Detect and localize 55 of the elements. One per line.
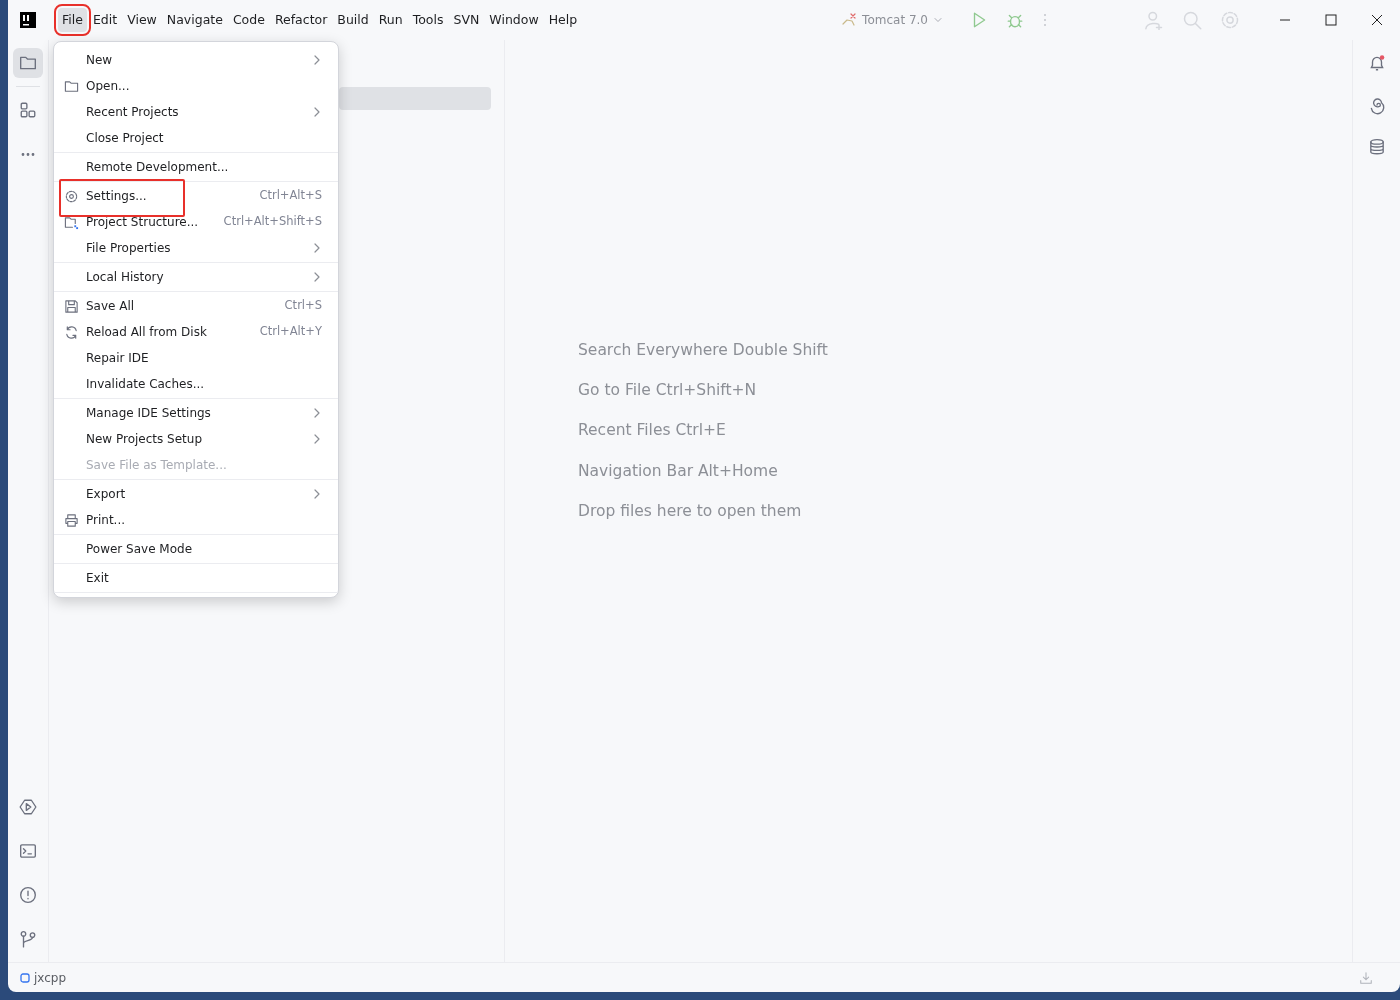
menu-item[interactable]: Recent Projects <box>54 99 338 125</box>
menu-item[interactable]: Manage IDE Settings <box>54 400 338 426</box>
menu-item[interactable]: New <box>54 47 338 73</box>
menu-item[interactable]: Run <box>374 7 407 33</box>
menu-item[interactable]: New Projects Setup <box>54 426 338 452</box>
blocks-icon <box>19 101 37 119</box>
menu-item[interactable]: Remote Development... <box>54 154 338 180</box>
editor-hint: Drop files here to open them <box>578 500 803 522</box>
close-icon <box>1371 14 1383 26</box>
editor-hint: Go to File Ctrl+Shift+N <box>578 380 758 402</box>
menu-item[interactable]: Navigate <box>162 7 227 33</box>
editor-hint: Navigation Bar Alt+Home <box>578 460 779 482</box>
editor-hint: Search Everywhere Double Shift <box>578 339 829 361</box>
app-logo-icon <box>20 12 36 28</box>
branch-icon <box>19 929 37 949</box>
menu-item[interactable]: Refactor <box>270 7 332 33</box>
reload-icon <box>64 324 79 340</box>
menu-item[interactable]: Project Structure... Ctrl+Alt+Shift+S <box>54 209 338 235</box>
menu-item[interactable]: View <box>123 7 161 33</box>
database-icon <box>1367 137 1386 157</box>
menu-item[interactable]: Build <box>333 7 373 33</box>
menu-item[interactable]: SVN <box>449 7 484 33</box>
more-horizontal-icon <box>20 152 36 156</box>
menu-item[interactable]: Exit <box>54 565 338 591</box>
menu-item[interactable]: Print... <box>54 507 338 533</box>
menu-item[interactable]: Window <box>485 7 543 33</box>
editor-hint: Recent Files Ctrl+E <box>578 420 727 442</box>
menu-item[interactable]: Power Save Mode <box>54 536 338 562</box>
warning-icon <box>19 885 37 905</box>
menu-item[interactable]: Edit <box>88 7 122 33</box>
project-breadcrumb[interactable]: jxcpp <box>20 968 67 987</box>
menu-item[interactable]: Save All Ctrl+S <box>54 293 338 319</box>
module-icon <box>20 972 30 983</box>
menu-item[interactable]: Tools <box>408 7 448 33</box>
folder-icon <box>64 78 79 94</box>
menu-item[interactable]: Export <box>54 481 338 507</box>
printer-icon <box>64 512 79 528</box>
menu-item[interactable]: Local History <box>54 264 338 290</box>
gear-icon <box>64 188 79 204</box>
terminal-icon <box>19 841 37 861</box>
menu-item[interactable]: Code <box>228 7 269 33</box>
menu-item[interactable]: Repair IDE <box>54 345 338 371</box>
menu-item[interactable]: Close Project <box>54 125 338 151</box>
folder-grid-icon <box>64 214 79 230</box>
menu-item[interactable]: Settings... Ctrl+Alt+S <box>54 183 338 209</box>
menu-item[interactable]: Reload All from Disk Ctrl+Alt+Y <box>54 319 338 345</box>
hexagon-play-icon <box>19 797 37 817</box>
menu-item[interactable]: Invalidate Caches... <box>54 371 338 397</box>
menu-item[interactable]: Open... <box>54 73 338 99</box>
project-tool-button[interactable] <box>13 48 43 78</box>
folder-icon <box>19 54 37 72</box>
menu-item[interactable]: File Properties <box>54 235 338 261</box>
menu-item[interactable]: Help <box>544 7 582 33</box>
maximize-icon <box>1325 14 1337 26</box>
download-icon[interactable] <box>1359 970 1373 985</box>
